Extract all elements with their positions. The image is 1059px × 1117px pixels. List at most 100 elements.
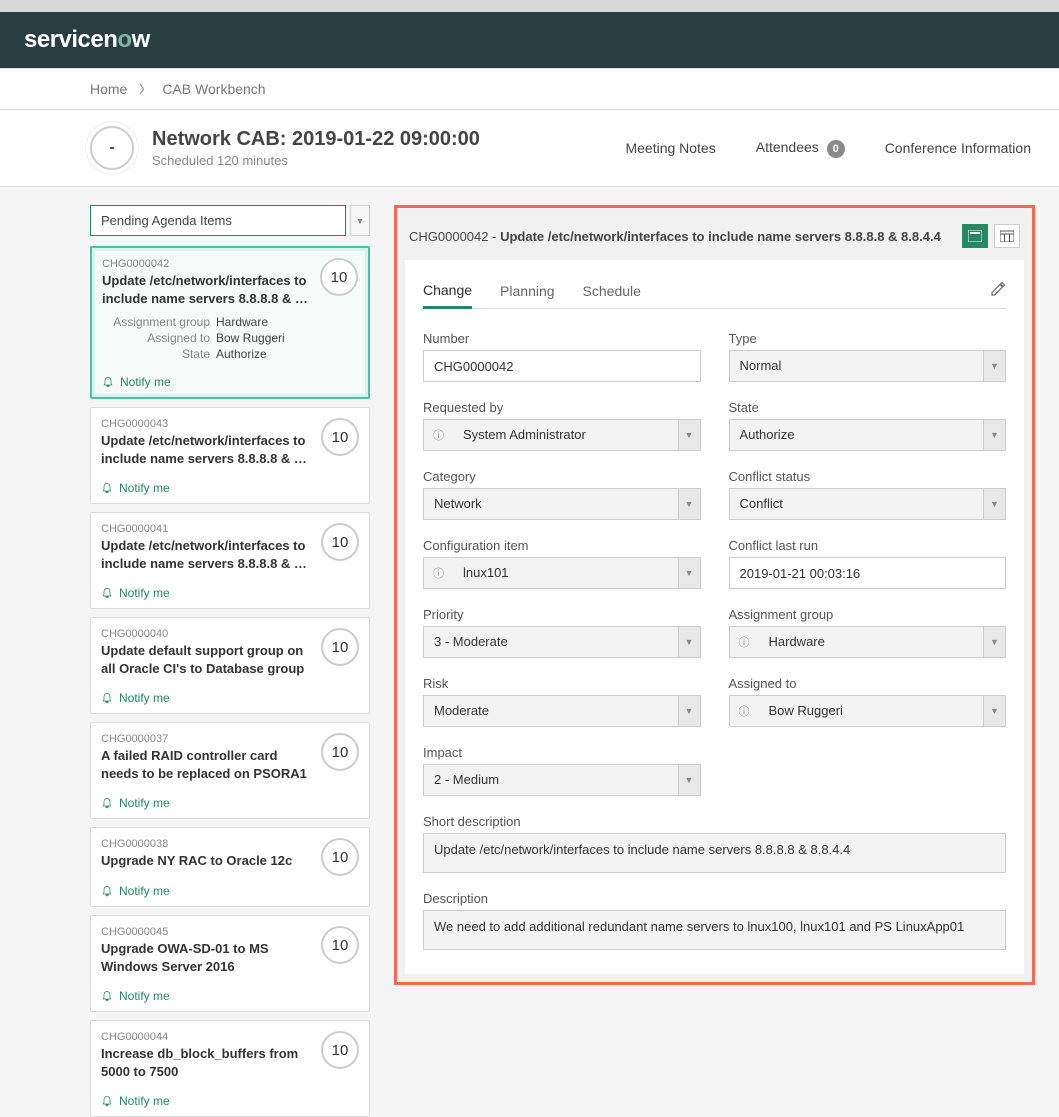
info-icon[interactable]: ⓘ (729, 695, 759, 727)
input-conflict-last-run[interactable] (729, 557, 1007, 589)
meeting-notes-link[interactable]: Meeting Notes (625, 140, 715, 156)
attendee-count-badge: 0 (827, 140, 845, 158)
input-short-description[interactable]: Update /etc/network/interfaces to includ… (423, 833, 1006, 873)
agenda-card[interactable]: 10CHG0000044Increase db_block_buffers fr… (90, 1020, 370, 1117)
agenda-card[interactable]: 10CHG0000045Upgrade OWA-SD-01 to MS Wind… (90, 915, 370, 1012)
label-config-item: Configuration item (423, 538, 701, 553)
view-form-icon[interactable] (962, 224, 988, 248)
notify-me-link[interactable]: Notify me (101, 1088, 359, 1108)
conference-info-link[interactable]: Conference Information (885, 140, 1031, 156)
agenda-id: CHG0000042 (102, 258, 358, 270)
workspace: Pending Agenda Items ▼ 10CHG0000042Updat… (0, 187, 1059, 1117)
select-config-item[interactable]: lnux101 (453, 557, 701, 589)
agenda-id: CHG0000044 (101, 1031, 359, 1043)
meeting-status-circle: - (90, 126, 134, 170)
info-icon[interactable]: ⓘ (423, 419, 453, 451)
agenda-filter-caret[interactable]: ▼ (350, 205, 370, 236)
select-conflict-status[interactable]: Conflict (729, 488, 1007, 520)
agenda-timer: 10 (321, 418, 359, 456)
tab-schedule[interactable]: Schedule (583, 275, 641, 307)
select-impact[interactable]: 2 - Medium (423, 764, 701, 796)
label-description: Description (423, 891, 1006, 906)
notify-me-link[interactable]: Notify me (101, 878, 359, 898)
agenda-list: 10CHG0000042Update /etc/network/interfac… (90, 246, 370, 1117)
agenda-meta: Assignment groupHardwareAssigned toBow R… (102, 315, 358, 361)
field-state: State Authorize▼ (729, 400, 1007, 451)
agenda-meta-value: Authorize (216, 347, 267, 361)
notify-me-link[interactable]: Notify me (101, 790, 359, 810)
agenda-id: CHG0000038 (101, 838, 359, 850)
agenda-card[interactable]: 10CHG0000041Update /etc/network/interfac… (90, 512, 370, 609)
agenda-card[interactable]: 10CHG0000037A failed RAID controller car… (90, 722, 370, 819)
brand-logo: servicenow (24, 26, 150, 53)
field-assigned-to: Assigned to ⓘBow Ruggeri▼ (729, 676, 1007, 727)
field-conflict-status: Conflict status Conflict▼ (729, 469, 1007, 520)
agenda-id: CHG0000045 (101, 926, 359, 938)
field-priority: Priority 3 - Moderate▼ (423, 607, 701, 658)
label-short-description: Short description (423, 814, 1006, 829)
agenda-card[interactable]: 10CHG0000038Upgrade NY RAC to Oracle 12c… (90, 827, 370, 907)
agenda-timer: 10 (321, 926, 359, 964)
tab-change[interactable]: Change (423, 274, 472, 309)
notify-me-link[interactable]: Notify me (101, 580, 359, 600)
agenda-timer: 10 (320, 258, 358, 296)
input-number[interactable] (423, 350, 701, 382)
agenda-timer: 10 (321, 838, 359, 876)
agenda-id: CHG0000043 (101, 418, 359, 430)
app-header: servicenow (0, 12, 1059, 68)
label-requested-by: Requested by (423, 400, 701, 415)
chevron-right-icon: 〉 (139, 81, 150, 97)
agenda-timer: 10 (321, 523, 359, 561)
label-assignment-group: Assignment group (729, 607, 1007, 622)
select-type[interactable]: Normal (729, 350, 1007, 382)
agenda-id: CHG0000040 (101, 628, 359, 640)
agenda-id: CHG0000041 (101, 523, 359, 535)
info-icon[interactable]: ⓘ (423, 557, 453, 589)
select-risk[interactable]: Moderate (423, 695, 701, 727)
detail-title: CHG0000042 - Update /etc/network/interfa… (409, 229, 941, 244)
label-category: Category (423, 469, 701, 484)
notify-me-link[interactable]: Notify me (102, 369, 358, 389)
edit-icon[interactable] (990, 281, 1006, 302)
agenda-meta-label: State (102, 347, 210, 361)
field-config-item: Configuration item ⓘlnux101▼ (423, 538, 701, 589)
label-priority: Priority (423, 607, 701, 622)
field-category: Category Network▼ (423, 469, 701, 520)
breadcrumb-current-link[interactable]: CAB Workbench (162, 81, 265, 97)
agenda-filter: Pending Agenda Items ▼ (90, 205, 370, 236)
select-category[interactable]: Network (423, 488, 701, 520)
field-type: Type Normal▼ (729, 331, 1007, 382)
input-description[interactable]: We need to add additional redundant name… (423, 910, 1006, 950)
label-number: Number (423, 331, 701, 346)
notify-me-link[interactable]: Notify me (101, 475, 359, 495)
select-priority[interactable]: 3 - Moderate (423, 626, 701, 658)
detail-header: CHG0000042 - Update /etc/network/interfa… (405, 216, 1024, 260)
notify-me-link[interactable]: Notify me (101, 983, 359, 1003)
view-calendar-icon[interactable] (994, 224, 1020, 248)
attendees-link[interactable]: Attendees 0 (756, 139, 845, 158)
field-description: Description We need to add additional re… (423, 891, 1006, 950)
select-state[interactable]: Authorize (729, 419, 1007, 451)
agenda-card[interactable]: 10CHG0000043Update /etc/network/interfac… (90, 407, 370, 504)
field-risk: Risk Moderate▼ (423, 676, 701, 727)
select-assigned-to[interactable]: Bow Ruggeri (759, 695, 1007, 727)
meeting-title: Network CAB: 2019-01-22 09:00:00 (152, 128, 480, 151)
select-assignment-group[interactable]: Hardware (759, 626, 1007, 658)
detail-panel: CHG0000042 - Update /etc/network/interfa… (394, 205, 1035, 985)
agenda-sidebar: Pending Agenda Items ▼ 10CHG0000042Updat… (90, 205, 370, 1117)
agenda-id: CHG0000037 (101, 733, 359, 745)
label-risk: Risk (423, 676, 701, 691)
meeting-links: Meeting Notes Attendees 0 Conference Inf… (625, 139, 1031, 158)
agenda-card[interactable]: 10CHG0000042Update /etc/network/interfac… (90, 246, 370, 399)
field-impact: Impact 2 - Medium▼ (423, 745, 701, 796)
label-conflict-status: Conflict status (729, 469, 1007, 484)
tab-planning[interactable]: Planning (500, 275, 555, 307)
agenda-card[interactable]: 10CHG0000040Update default support group… (90, 617, 370, 714)
breadcrumb-home-link[interactable]: Home (90, 81, 127, 97)
agenda-filter-select[interactable]: Pending Agenda Items (90, 205, 346, 236)
select-requested-by[interactable]: System Administrator (453, 419, 701, 451)
agenda-timer: 10 (321, 1031, 359, 1069)
meeting-subtitle: Scheduled 120 minutes (152, 153, 480, 168)
info-icon[interactable]: ⓘ (729, 626, 759, 658)
notify-me-link[interactable]: Notify me (101, 685, 359, 705)
